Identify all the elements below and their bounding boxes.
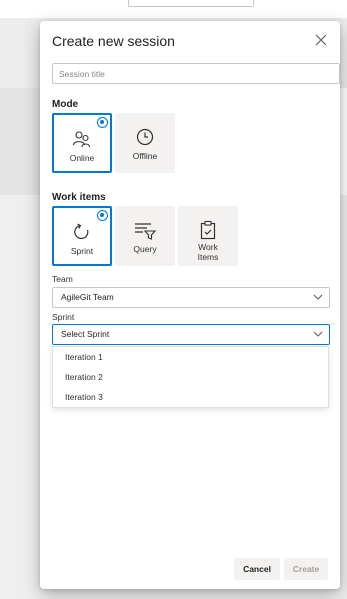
selected-indicator [97,117,108,128]
chevron-down-icon [313,294,323,300]
team-dropdown[interactable]: AgileGit Team [52,287,330,308]
team-dropdown-value: AgileGit Team [61,292,114,302]
create-button[interactable]: Create [284,558,328,580]
close-icon[interactable] [314,33,328,47]
sprint-option[interactable]: Iteration 1 [53,347,328,367]
create-session-dialog: Create new session Mode Online Offline W… [40,21,340,589]
work-items-option-sprint[interactable]: Sprint [52,206,112,266]
work-items-option-work-items[interactable]: Work Items [178,206,238,266]
work-items-option-query[interactable]: Query [115,206,175,266]
selected-indicator [97,210,108,221]
work-items-label: Work items [52,192,106,203]
mode-label: Mode [52,99,79,110]
sprint-option[interactable]: Iteration 3 [53,387,328,407]
team-label: Team [52,274,73,284]
sprint-label: Sprint [52,312,75,322]
sprint-dropdown[interactable]: Select Sprint [52,324,330,345]
people-icon [72,131,91,148]
dialog-title: Create new session [52,33,175,49]
mode-option-label: Offline [132,151,158,161]
cancel-button[interactable]: Cancel [234,558,280,580]
session-title-input[interactable] [52,63,340,84]
mode-option-offline[interactable]: Offline [115,113,175,173]
chevron-down-icon [313,331,323,337]
work-items-option-label-line1: Work [198,242,218,252]
work-items-option-label: Sprint [70,246,94,256]
sprint-options-list: Iteration 1 Iteration 2 Iteration 3 [52,346,329,408]
clipboard-icon [200,220,216,240]
work-items-option-label-line2: Items [197,252,219,262]
work-items-option-label: Query [133,244,157,254]
sprint-option[interactable]: Iteration 2 [53,367,328,387]
sprint-dropdown-value: Select Sprint [61,329,110,339]
filter-list-icon [135,223,156,240]
background-search-box [128,0,254,7]
background-top-bar [0,0,347,18]
mode-option-online[interactable]: Online [52,113,112,173]
clock-icon [136,128,154,146]
sprint-cycle-icon [74,223,89,240]
mode-option-label: Online [69,153,95,163]
